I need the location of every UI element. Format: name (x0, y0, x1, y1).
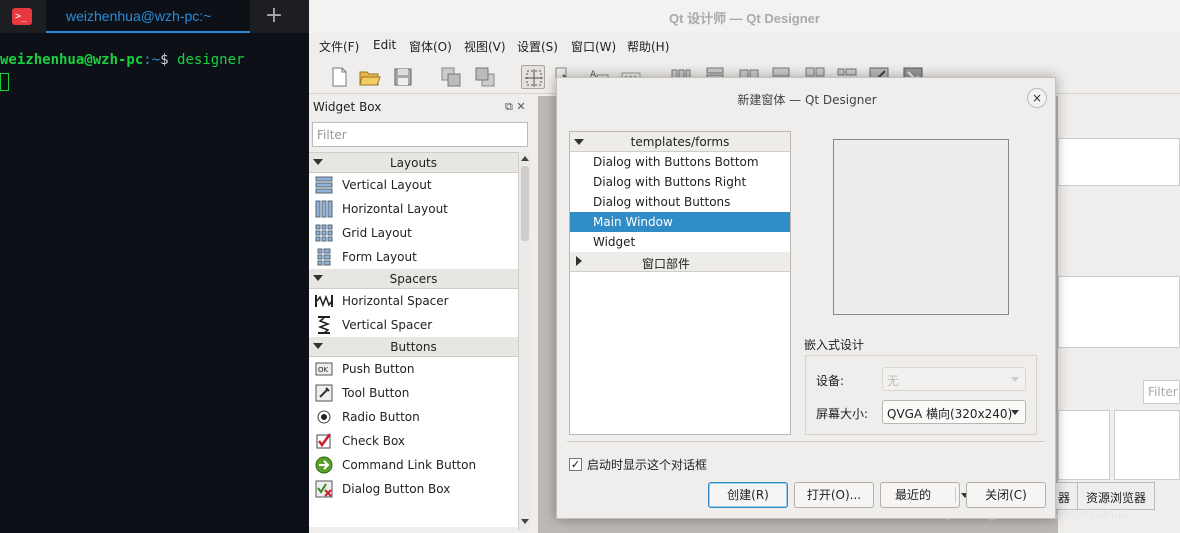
widget-box-panel: Widget Box ⧉ ✕ Layouts Vertical Layout H… (309, 96, 538, 533)
object-inspector (1058, 138, 1180, 186)
widget-item-push-button[interactable]: OK Push Button (309, 357, 518, 381)
widget-item-dialog-button-box[interactable]: Dialog Button Box (309, 477, 518, 501)
tree-group-widgets[interactable]: 窗口部件 (570, 252, 790, 272)
screen-size-combo[interactable]: QVGA 横向(320x240) (882, 400, 1026, 424)
prompt-path: :~ (143, 52, 161, 68)
prompt-symbol: $ (160, 52, 169, 68)
dialog-button-box-icon (315, 480, 333, 498)
menu-settings[interactable]: 设置(S) (517, 38, 558, 55)
new-icon[interactable] (327, 65, 351, 89)
widget-list-scrollbar[interactable] (518, 152, 531, 530)
form-layout-icon (317, 248, 331, 266)
widget-item-horizontal-layout[interactable]: Horizontal Layout (309, 197, 518, 221)
property-editor (1058, 276, 1180, 348)
create-button[interactable]: 创建(R) (708, 482, 788, 508)
horizontal-spacer-icon (315, 294, 333, 308)
recent-button[interactable]: 最近的 (880, 482, 969, 508)
vertical-spacer-icon (317, 316, 331, 334)
menu-file[interactable]: 文件(F) (319, 38, 359, 55)
scrollbar-thumb[interactable] (521, 166, 529, 241)
widget-item-grid-layout[interactable]: Grid Layout (309, 221, 518, 245)
template-item-selected[interactable]: Main Window (570, 212, 790, 232)
command-link-icon (315, 456, 333, 474)
show-on-startup-label: 启动时显示这个对话框 (587, 458, 708, 472)
category-layouts[interactable]: Layouts (309, 153, 518, 173)
device-label: 设备: (816, 374, 845, 388)
menu-window[interactable]: 窗口(W) (571, 38, 616, 55)
dropdown-arrow-icon (1011, 377, 1019, 382)
dialog-title: 新建窗体 — Qt Designer (737, 93, 877, 107)
scroll-down-icon[interactable] (521, 519, 529, 524)
widget-item-form-layout[interactable]: Form Layout (309, 245, 518, 269)
menu-bar: 文件(F) Edit 窗体(O) 视图(V) 设置(S) 窗口(W) 帮助(H) (309, 34, 1180, 58)
widget-filter-input[interactable] (312, 122, 528, 147)
terminal-cursor (0, 73, 9, 91)
menu-edit[interactable]: Edit (373, 38, 396, 52)
device-combo: 无 (882, 367, 1026, 391)
window-title: Qt 设计师 — Qt Designer (669, 11, 820, 26)
widget-item-command-link-button[interactable]: Command Link Button (309, 453, 518, 477)
widget-item-vertical-layout[interactable]: Vertical Layout (309, 173, 518, 197)
window-titlebar: Qt 设计师 — Qt Designer (309, 0, 1180, 33)
resource-filter-input[interactable]: Filter (1143, 380, 1180, 404)
screen-size-label: 屏幕大小: (816, 407, 869, 421)
widget-box-title: Widget Box (313, 100, 382, 114)
open-button[interactable]: 打开(O)... (794, 482, 874, 508)
send-back-icon[interactable] (473, 65, 497, 89)
template-item[interactable]: Widget (570, 232, 790, 252)
template-item[interactable]: Dialog without Buttons (570, 192, 790, 212)
show-on-startup-checkbox[interactable]: ✓ (569, 458, 582, 471)
widget-item-check-box[interactable]: Check Box (309, 429, 518, 453)
template-preview (833, 139, 1009, 315)
terminal-tab-label: weizhenhua@wzh-pc:~ (66, 8, 212, 24)
radio-button-icon (317, 410, 331, 424)
prompt-user: weizhenhua@wzh-pc (0, 52, 144, 68)
terminal-window: >_ weizhenhua@wzh-pc:~ + weizhenhua@wzh-… (0, 0, 309, 533)
widget-item-tool-button[interactable]: Tool Button (309, 381, 518, 405)
bring-front-icon[interactable] (439, 65, 463, 89)
dock-float-close-icon[interactable]: ⧉ ✕ (505, 100, 526, 114)
scroll-up-icon[interactable] (521, 156, 529, 161)
push-button-icon: OK (315, 362, 333, 376)
widget-item-radio-button[interactable]: Radio Button (309, 405, 518, 429)
tree-group-templates[interactable]: templates/forms (570, 132, 790, 152)
embedded-design-label: 嵌入式设计 (804, 338, 865, 352)
dialog-separator (567, 441, 1045, 442)
vertical-layout-icon (315, 176, 333, 194)
widget-list: Layouts Vertical Layout Horizontal Layou… (309, 152, 518, 527)
resource-view (1114, 410, 1180, 480)
new-tab-icon[interactable]: + (262, 2, 286, 30)
new-form-dialog: 新建窗体 — Qt Designer × templates/forms Dia… (556, 77, 1056, 519)
terminal-prompt-line: weizhenhua@wzh-pc:~$ designer (0, 52, 244, 68)
edit-widgets-icon[interactable] (521, 65, 545, 89)
template-tree: templates/forms Dialog with Buttons Bott… (569, 131, 791, 435)
embedded-design-group: 设备: 无 屏幕大小: QVGA 横向(320x240) (805, 355, 1037, 435)
grid-layout-icon (315, 224, 333, 242)
save-icon[interactable] (391, 65, 415, 89)
terminal-tab[interactable]: weizhenhua@wzh-pc:~ (46, 0, 250, 33)
widget-item-vertical-spacer[interactable]: Vertical Spacer (309, 313, 518, 337)
template-item[interactable]: Dialog with Buttons Bottom (570, 152, 790, 172)
terminal-logo-icon: >_ (12, 8, 32, 25)
category-spacers[interactable]: Spacers (309, 269, 518, 289)
dropdown-arrow-icon (1011, 410, 1019, 415)
svg-text:OK: OK (318, 366, 329, 374)
tool-button-icon (315, 384, 333, 402)
signal-slot-editor (1058, 410, 1110, 480)
close-button[interactable]: 关闭(C) (966, 482, 1046, 508)
close-icon[interactable]: × (1027, 88, 1047, 108)
open-icon[interactable] (357, 65, 381, 89)
check-box-icon (316, 433, 332, 449)
menu-form[interactable]: 窗体(O) (409, 38, 452, 55)
menu-view[interactable]: 视图(V) (464, 38, 506, 55)
menu-help[interactable]: 帮助(H) (627, 38, 669, 55)
terminal-command: designer (177, 52, 245, 68)
terminal-tab-bar: >_ weizhenhua@wzh-pc:~ + (0, 0, 309, 33)
horizontal-layout-icon (315, 200, 333, 218)
widget-item-horizontal-spacer[interactable]: Horizontal Spacer (309, 289, 518, 313)
template-item[interactable]: Dialog with Buttons Right (570, 172, 790, 192)
category-buttons[interactable]: Buttons (309, 337, 518, 357)
